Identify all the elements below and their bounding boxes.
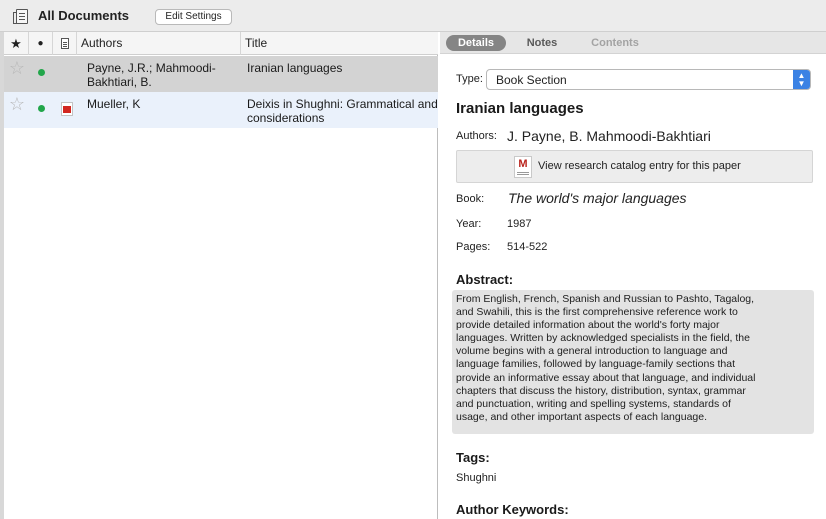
row-title-line: Deixis in Shughni: Grammatical and xyxy=(247,97,438,111)
type-select-value: Book Section xyxy=(496,73,567,87)
details-pane: Details Notes Contents Type: Book Sectio… xyxy=(440,32,826,519)
abstract-line: language families, followed by language-… xyxy=(456,358,735,371)
abstract-line: volume begins with a general introductio… xyxy=(456,345,728,358)
star-outline-icon[interactable]: ☆ xyxy=(8,59,26,77)
detail-tabs: Details Notes Contents xyxy=(440,32,826,54)
library-icon xyxy=(13,9,28,24)
file-column-header[interactable] xyxy=(53,32,77,55)
edit-settings-button[interactable]: Edit Settings xyxy=(155,9,232,25)
table-row[interactable]: ☆ Mueller, K Deixis in Shughni: Grammati… xyxy=(4,92,438,128)
row-title: Iranian languages xyxy=(247,61,438,75)
abstract-line: usage, and other important aspects of ea… xyxy=(456,410,708,423)
select-arrows-icon: ▲ ▼ xyxy=(793,70,810,89)
star-column-header[interactable]: ★ xyxy=(4,32,29,55)
abstract-heading: Abstract: xyxy=(456,272,514,287)
row-authors: Mueller, K xyxy=(87,97,237,111)
tab-notes[interactable]: Notes xyxy=(520,35,564,51)
row-title-line: Iranian languages xyxy=(247,61,343,75)
view-catalog-button[interactable]: View research catalog entry for this pap… xyxy=(456,150,813,183)
authors-label: Authors: xyxy=(456,130,497,142)
table-row[interactable]: ☆ Payne, J.R.; Mahmoodi- Bakhtiari, B. I… xyxy=(4,56,438,92)
unread-dot-icon[interactable] xyxy=(38,69,45,76)
abstract-line: languages. Written by acknowledged speci… xyxy=(456,332,750,345)
type-label: Type: xyxy=(456,73,483,85)
view-catalog-label: View research catalog entry for this pap… xyxy=(538,160,741,172)
unread-dot-icon[interactable] xyxy=(38,105,45,112)
mendeley-catalog-icon xyxy=(514,156,532,178)
paper-title[interactable]: Iranian languages xyxy=(456,100,584,117)
book-value[interactable]: The world's major languages xyxy=(508,190,687,206)
authors-value[interactable]: J. Payne, B. Mahmoodi-Bakhtiari xyxy=(507,128,711,144)
pages-label: Pages: xyxy=(456,241,491,253)
toolbar: All Documents Edit Settings xyxy=(0,0,826,32)
pdf-icon[interactable] xyxy=(61,102,73,116)
type-select[interactable]: Book Section ▲ ▼ xyxy=(486,69,811,90)
year-value[interactable]: 1987 xyxy=(507,218,531,230)
tab-details[interactable]: Details xyxy=(446,35,506,51)
read-status-column-header[interactable]: ● xyxy=(29,32,53,55)
year-label: Year: xyxy=(456,218,482,230)
abstract-line: and punctuation, writing and spelling sy… xyxy=(456,397,731,410)
tab-contents[interactable]: Contents xyxy=(586,35,644,51)
abstract-line: and Swahili, this is the first comprehen… xyxy=(456,306,738,319)
pages-value[interactable]: 514-522 xyxy=(507,241,547,253)
author-keywords-heading: Author Keywords: xyxy=(456,502,569,517)
row-authors-line: Payne, J.R.; Mahmoodi- xyxy=(87,61,216,75)
column-header: ★ ● Authors Title xyxy=(4,32,438,55)
document-icon xyxy=(61,38,69,49)
abstract-line: provide detailed information about the w… xyxy=(456,319,720,332)
library-title: All Documents xyxy=(38,8,130,23)
authors-column-header[interactable]: Authors xyxy=(77,32,241,55)
abstract-line: chapters that discuss the history, distr… xyxy=(456,384,746,397)
abstract-text[interactable]: From English, French, Spanish and Russia… xyxy=(452,290,814,434)
tags-heading: Tags: xyxy=(456,450,490,465)
row-title: Deixis in Shughni: Grammatical and consi… xyxy=(247,97,438,125)
title-column-header[interactable]: Title xyxy=(241,32,438,55)
row-authors-line: Bakhtiari, B. xyxy=(87,75,152,89)
row-authors: Payne, J.R.; Mahmoodi- Bakhtiari, B. xyxy=(87,61,237,89)
star-outline-icon[interactable]: ☆ xyxy=(8,95,26,113)
book-label: Book: xyxy=(456,193,485,205)
abstract-line: From English, French, Spanish and Russia… xyxy=(456,293,755,305)
row-authors-line: Mueller, K xyxy=(87,97,141,111)
tags-value[interactable]: Shughni xyxy=(456,472,496,484)
abstract-line: provide an informative essay about that … xyxy=(456,371,756,384)
row-title-line: considerations xyxy=(247,111,325,125)
document-list: ★ ● Authors Title ☆ Payne, J.R.; Mahmood… xyxy=(0,32,438,519)
